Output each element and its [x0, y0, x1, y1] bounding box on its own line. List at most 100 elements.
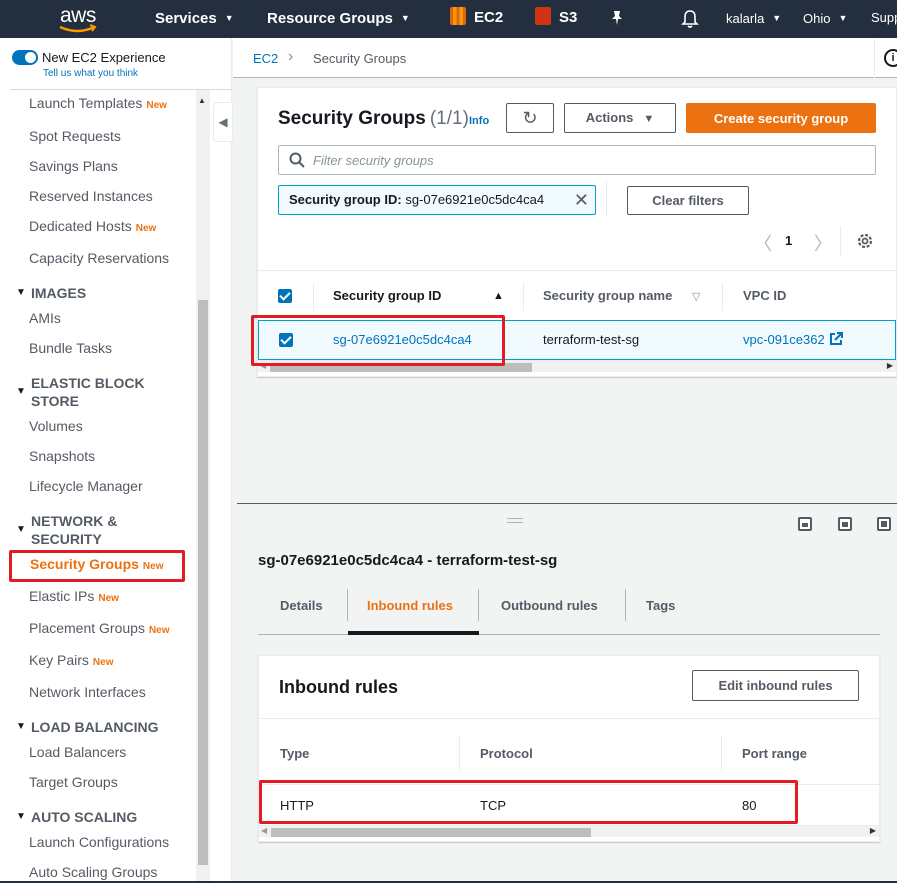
divider: [347, 589, 348, 621]
row-checkbox[interactable]: [279, 333, 293, 347]
resize-handle-icon[interactable]: [507, 518, 523, 523]
panel-middle-icon[interactable]: [838, 517, 852, 531]
next-page-icon[interactable]: 〉: [814, 230, 832, 256]
select-all-checkbox[interactable]: [278, 289, 292, 303]
active-tab-indicator: [348, 631, 479, 635]
services-menu[interactable]: Services ▼: [155, 0, 234, 38]
sidebar-item-amis[interactable]: AMIs: [29, 310, 61, 326]
notifications-bell-icon[interactable]: [681, 9, 699, 29]
sidebar-item-load-balancers[interactable]: Load Balancers: [29, 744, 126, 760]
scrollbar-thumb[interactable]: [198, 300, 208, 865]
caret-down-icon: ▼: [16, 287, 26, 298]
edit-inbound-rules-button[interactable]: Edit inbound rules: [692, 670, 859, 701]
section-network-security[interactable]: ▼ NETWORK & SECURITY: [16, 512, 117, 548]
caret-down-icon: ▼: [16, 721, 26, 732]
breadcrumb-current: Security Groups: [313, 51, 407, 66]
pinned-s3[interactable]: S3: [535, 0, 577, 38]
sidebar-item-lifecycle-manager[interactable]: Lifecycle Manager: [29, 478, 143, 494]
aws-logo[interactable]: aws: [56, 4, 104, 34]
details-title: sg-07e6921e0c5dc4ca4 - terraform-test-sg: [258, 552, 558, 569]
remove-filter-icon[interactable]: ✕: [574, 186, 589, 214]
scroll-up-arrow-icon[interactable]: ▲: [198, 96, 206, 105]
rule-type: HTTP: [280, 798, 314, 813]
column-header-protocol[interactable]: Protocol: [480, 746, 533, 761]
create-security-group-button[interactable]: Create security group: [686, 103, 876, 133]
resource-groups-menu[interactable]: Resource Groups ▼: [267, 0, 410, 38]
tab-details[interactable]: Details: [280, 598, 323, 613]
sidebar-item-security-groups[interactable]: Security Groups New: [30, 556, 163, 572]
sidebar-item-capacity-reservations[interactable]: Capacity Reservations: [29, 250, 169, 266]
inbound-rules-container: Inbound rules Edit inbound rules Type Pr…: [258, 655, 880, 842]
table-horizontal-scrollbar[interactable]: ◀ ▶: [258, 360, 896, 372]
previous-page-icon[interactable]: 〈: [754, 230, 772, 256]
region-menu[interactable]: Ohio ▼: [803, 0, 847, 38]
new-experience-toggle[interactable]: [12, 50, 38, 65]
section-load-balancing[interactable]: ▼ LOAD BALANCING: [16, 718, 159, 736]
scroll-right-arrow-icon[interactable]: ▶: [870, 826, 876, 835]
info-panel-icon[interactable]: i: [884, 49, 897, 67]
filter-input[interactable]: [313, 146, 863, 174]
page-number[interactable]: 1: [785, 233, 792, 248]
sidebar-item-auto-scaling-groups[interactable]: Auto Scaling Groups: [29, 864, 157, 880]
column-header-type[interactable]: Type: [280, 746, 309, 761]
section-auto-scaling[interactable]: ▼ AUTO SCALING: [16, 808, 137, 826]
sidebar-item-volumes[interactable]: Volumes: [29, 418, 83, 434]
new-badge: New: [148, 625, 170, 636]
tab-inbound-rules[interactable]: Inbound rules: [367, 598, 453, 613]
refresh-button[interactable]: ↻: [506, 103, 554, 133]
column-header-security-group-name[interactable]: Security group name: [543, 288, 672, 303]
sidebar-item-placement-groups[interactable]: Placement Groups New: [29, 620, 170, 636]
sidebar-item-network-interfaces[interactable]: Network Interfaces: [29, 684, 146, 700]
sort-ascending-icon[interactable]: ▲: [493, 290, 504, 302]
account-menu[interactable]: kalarla ▼: [726, 0, 781, 38]
pin-icon[interactable]: [609, 10, 625, 26]
sidebar-scrollbar[interactable]: ▲: [196, 90, 210, 883]
inbound-rules-title: Inbound rules: [279, 677, 398, 697]
sidebar-item-target-groups[interactable]: Target Groups: [29, 774, 118, 790]
panel-bottom-icon[interactable]: [798, 517, 812, 531]
sidebar-item-launch-templates[interactable]: Launch Templates New: [29, 96, 167, 110]
feedback-link[interactable]: Tell us what you think: [43, 68, 138, 79]
actions-dropdown[interactable]: Actions ▼: [564, 103, 676, 133]
tab-outbound-rules[interactable]: Outbound rules: [501, 598, 598, 613]
column-header-port-range[interactable]: Port range: [742, 746, 807, 761]
sidebar-item-key-pairs[interactable]: Key Pairs New: [29, 652, 113, 668]
sidebar-item-reserved-instances[interactable]: Reserved Instances: [29, 188, 153, 204]
rules-horizontal-scrollbar[interactable]: ◀ ▶: [259, 825, 879, 837]
table-row: HTTP TCP 80: [259, 784, 879, 825]
chevron-down-icon: ▼: [400, 13, 410, 23]
support-menu[interactable]: Supp: [871, 0, 897, 38]
tab-tags[interactable]: Tags: [646, 598, 675, 613]
sidebar-item-bundle-tasks[interactable]: Bundle Tasks: [29, 340, 112, 356]
chevron-right-icon: ›: [288, 48, 294, 65]
sidebar-item-spot-requests[interactable]: Spot Requests: [29, 128, 121, 144]
scrollbar-thumb[interactable]: [270, 363, 532, 372]
sidebar-item-savings-plans[interactable]: Savings Plans: [29, 158, 118, 174]
divider: [459, 735, 460, 771]
caret-down-icon: ▼: [16, 524, 26, 535]
table-row[interactable]: sg-07e6921e0c5dc4ca4 terraform-test-sg v…: [258, 320, 896, 360]
breadcrumb-ec2[interactable]: EC2: [253, 51, 278, 66]
column-header-vpc-id[interactable]: VPC ID: [743, 288, 786, 303]
sidebar-item-launch-configurations[interactable]: Launch Configurations: [29, 834, 169, 850]
gear-icon[interactable]: [856, 232, 874, 250]
section-elastic-block-store[interactable]: ▼ ELASTIC BLOCK STORE: [16, 374, 145, 410]
section-images[interactable]: ▼ IMAGES: [16, 284, 86, 302]
clear-filters-button[interactable]: Clear filters: [627, 186, 749, 215]
pinned-ec2[interactable]: EC2: [450, 0, 503, 38]
info-link[interactable]: Info: [469, 115, 489, 127]
security-group-id-link[interactable]: sg-07e6921e0c5dc4ca4: [333, 332, 472, 347]
sidebar-item-dedicated-hosts[interactable]: Dedicated Hosts New: [29, 218, 156, 234]
scrollbar-thumb[interactable]: [271, 828, 591, 837]
column-header-security-group-id[interactable]: Security group ID: [333, 288, 441, 303]
sort-icon[interactable]: ▽: [692, 290, 700, 303]
sidebar-item-elastic-ips[interactable]: Elastic IPs New: [29, 588, 119, 604]
scroll-left-arrow-icon[interactable]: ◀: [260, 361, 266, 370]
collapse-sidebar-button[interactable]: ◀: [213, 102, 233, 142]
sidebar-item-snapshots[interactable]: Snapshots: [29, 448, 95, 464]
details-split-panel: sg-07e6921e0c5dc4ca4 - terraform-test-sg…: [237, 503, 897, 883]
vpc-id-link[interactable]: vpc-091ce362: [743, 332, 843, 347]
scroll-right-arrow-icon[interactable]: ▶: [887, 361, 893, 370]
scroll-left-arrow-icon[interactable]: ◀: [261, 826, 267, 835]
panel-full-icon[interactable]: [877, 517, 891, 531]
